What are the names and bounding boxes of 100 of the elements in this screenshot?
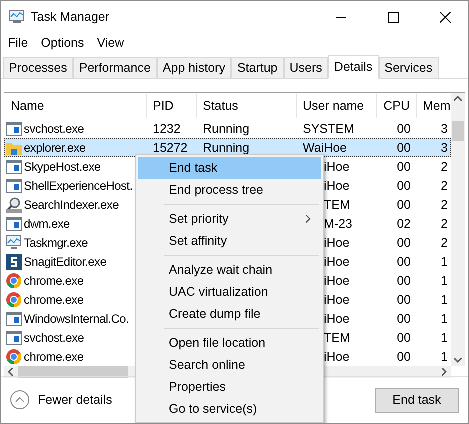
- s-logo-icon: [6, 254, 22, 270]
- table-cell: chrome.exe: [24, 350, 84, 364]
- table-row[interactable]: svchost.exe 1232 Running SYSTEM 00 3: [4, 119, 452, 138]
- window-icon: [6, 312, 22, 326]
- table-cell-text: 2: [440, 216, 449, 230]
- table-cell-text: 00: [396, 140, 412, 154]
- table-cell: SkypeHost.exe: [24, 160, 101, 174]
- window-icon: [6, 216, 22, 230]
- table-cell-text: 3: [440, 122, 449, 136]
- table-cell-text: iHoe: [323, 274, 351, 288]
- minimize-icon: [336, 16, 346, 18]
- table-cell-text: 1: [440, 254, 449, 268]
- table-cell-text: iHoe: [323, 292, 351, 306]
- table-cell-text: SYSTEM: [302, 122, 356, 136]
- window-icon: [6, 330, 22, 344]
- table-cell-text: 00: [396, 236, 412, 250]
- menu-item[interactable]: View: [97, 36, 124, 50]
- table-cell-text: 00: [396, 160, 412, 174]
- table-cell-text: 1: [440, 274, 449, 288]
- close-icon: [440, 12, 450, 22]
- context-menu-item[interactable]: End task: [138, 157, 321, 179]
- table-cell-text: 00: [396, 292, 412, 306]
- chrome-logo-icon: [6, 292, 22, 308]
- table-cell-text: 1: [440, 292, 449, 306]
- table-cell: WindowsInternal.Co.: [24, 312, 130, 326]
- table-cell-text: 2: [440, 178, 449, 192]
- chrome-logo-icon: [6, 272, 22, 288]
- table-cell-text: 00: [396, 312, 412, 326]
- window-icon: [6, 178, 22, 192]
- window-icon: [6, 160, 22, 174]
- table-cell-text: 00: [396, 254, 412, 268]
- window-title: Task Manager: [31, 10, 111, 24]
- table-cell-text: 15272: [152, 140, 189, 154]
- table-cell-text: 00: [396, 274, 412, 288]
- table-cell-text: Running: [202, 122, 251, 136]
- context-menu-item[interactable]: End process tree: [138, 179, 321, 201]
- table-cell-text: iHoe: [323, 160, 351, 174]
- table-cell: chrome.exe: [24, 292, 84, 306]
- column-header[interactable]: Status: [197, 94, 297, 118]
- table-cell: SearchIndexer.exe: [24, 198, 119, 212]
- chevron-up-circle-icon: [10, 390, 30, 410]
- table-cell: SnagitEditor.exe: [24, 254, 107, 268]
- column-header[interactable]: CPU: [377, 94, 417, 118]
- column-header[interactable]: Name: [5, 94, 147, 118]
- column-header[interactable]: PID: [147, 94, 197, 118]
- context-menu-item[interactable]: Set priority: [138, 208, 321, 230]
- table-cell: explorer.exe: [24, 140, 86, 154]
- table-cell-text: iHoe: [323, 178, 351, 192]
- tab[interactable]: Performance: [73, 57, 157, 78]
- table-cell-text: TEM: [323, 198, 352, 212]
- tab[interactable]: App history: [156, 57, 232, 78]
- scrollbar-thumb[interactable]: [18, 366, 128, 378]
- table-cell-text: TEM: [323, 330, 352, 344]
- context-menu-item[interactable]: Set affinity: [138, 230, 321, 252]
- table-cell-text: 00: [396, 178, 412, 192]
- monitor-graph-icon: [9, 10, 25, 24]
- menu-item[interactable]: File: [8, 36, 28, 50]
- table-row[interactable]: explorer.exe 15272 Running WaiHoe 00 3: [4, 138, 452, 157]
- menu-item[interactable]: Options: [41, 36, 84, 50]
- table-cell-text: 00: [396, 330, 412, 344]
- tab[interactable]: Details: [328, 55, 379, 79]
- table-cell-text: 3: [440, 140, 449, 154]
- table-cell-text: 00: [396, 122, 412, 136]
- table-cell-text: 2: [440, 236, 449, 250]
- table-cell: dwm.exe: [24, 216, 70, 230]
- table-cell: svchost.exe: [24, 122, 84, 136]
- tab[interactable]: Startup: [231, 57, 284, 78]
- context-menu-item[interactable]: UAC virtualization: [138, 281, 321, 303]
- magnifier-icon: [6, 196, 22, 212]
- scrollbar-thumb[interactable]: [452, 121, 464, 141]
- folder-icon: [6, 140, 22, 154]
- context-menu-item[interactable]: Open file location: [138, 332, 321, 354]
- context-menu-item[interactable]: Search online: [138, 354, 321, 376]
- context-menu-item[interactable]: Create dump file: [138, 303, 321, 325]
- context-menu-item[interactable]: Go to service(s): [138, 398, 321, 420]
- table-cell-text: 1: [440, 312, 449, 326]
- table-cell: svchost.exe: [24, 330, 84, 344]
- column-header[interactable]: User name: [297, 94, 377, 118]
- table-cell-text: M-23: [323, 216, 354, 230]
- table-cell-text: iHoe: [323, 312, 351, 326]
- tab[interactable]: Services: [378, 57, 439, 78]
- table-cell-text: 1232: [152, 122, 182, 136]
- maximize-icon: [388, 12, 398, 22]
- fewer-details-button[interactable]: Fewer details: [10, 390, 112, 410]
- table-cell-text: WaiHoe: [302, 140, 348, 154]
- tab[interactable]: Users: [284, 57, 328, 78]
- table-cell: Taskmgr.exe: [24, 236, 88, 250]
- table-cell-text: 1: [440, 350, 449, 364]
- table-cell-text: iHoe: [323, 254, 351, 268]
- monitor-graph-icon: [6, 235, 22, 250]
- end-task-button[interactable]: End task: [375, 388, 459, 412]
- table-cell: chrome.exe: [24, 274, 84, 288]
- table-cell-text: 00: [396, 350, 412, 364]
- table-cell: ShellExperienceHost.: [24, 178, 133, 192]
- table-cell-text: 2: [440, 198, 449, 212]
- table-cell-text: 02: [396, 216, 412, 230]
- table-cell-text: 2: [440, 160, 449, 174]
- context-menu-item[interactable]: Analyze wait chain: [138, 259, 321, 281]
- context-menu-item[interactable]: Properties: [138, 376, 321, 398]
- tab[interactable]: Processes: [3, 57, 74, 78]
